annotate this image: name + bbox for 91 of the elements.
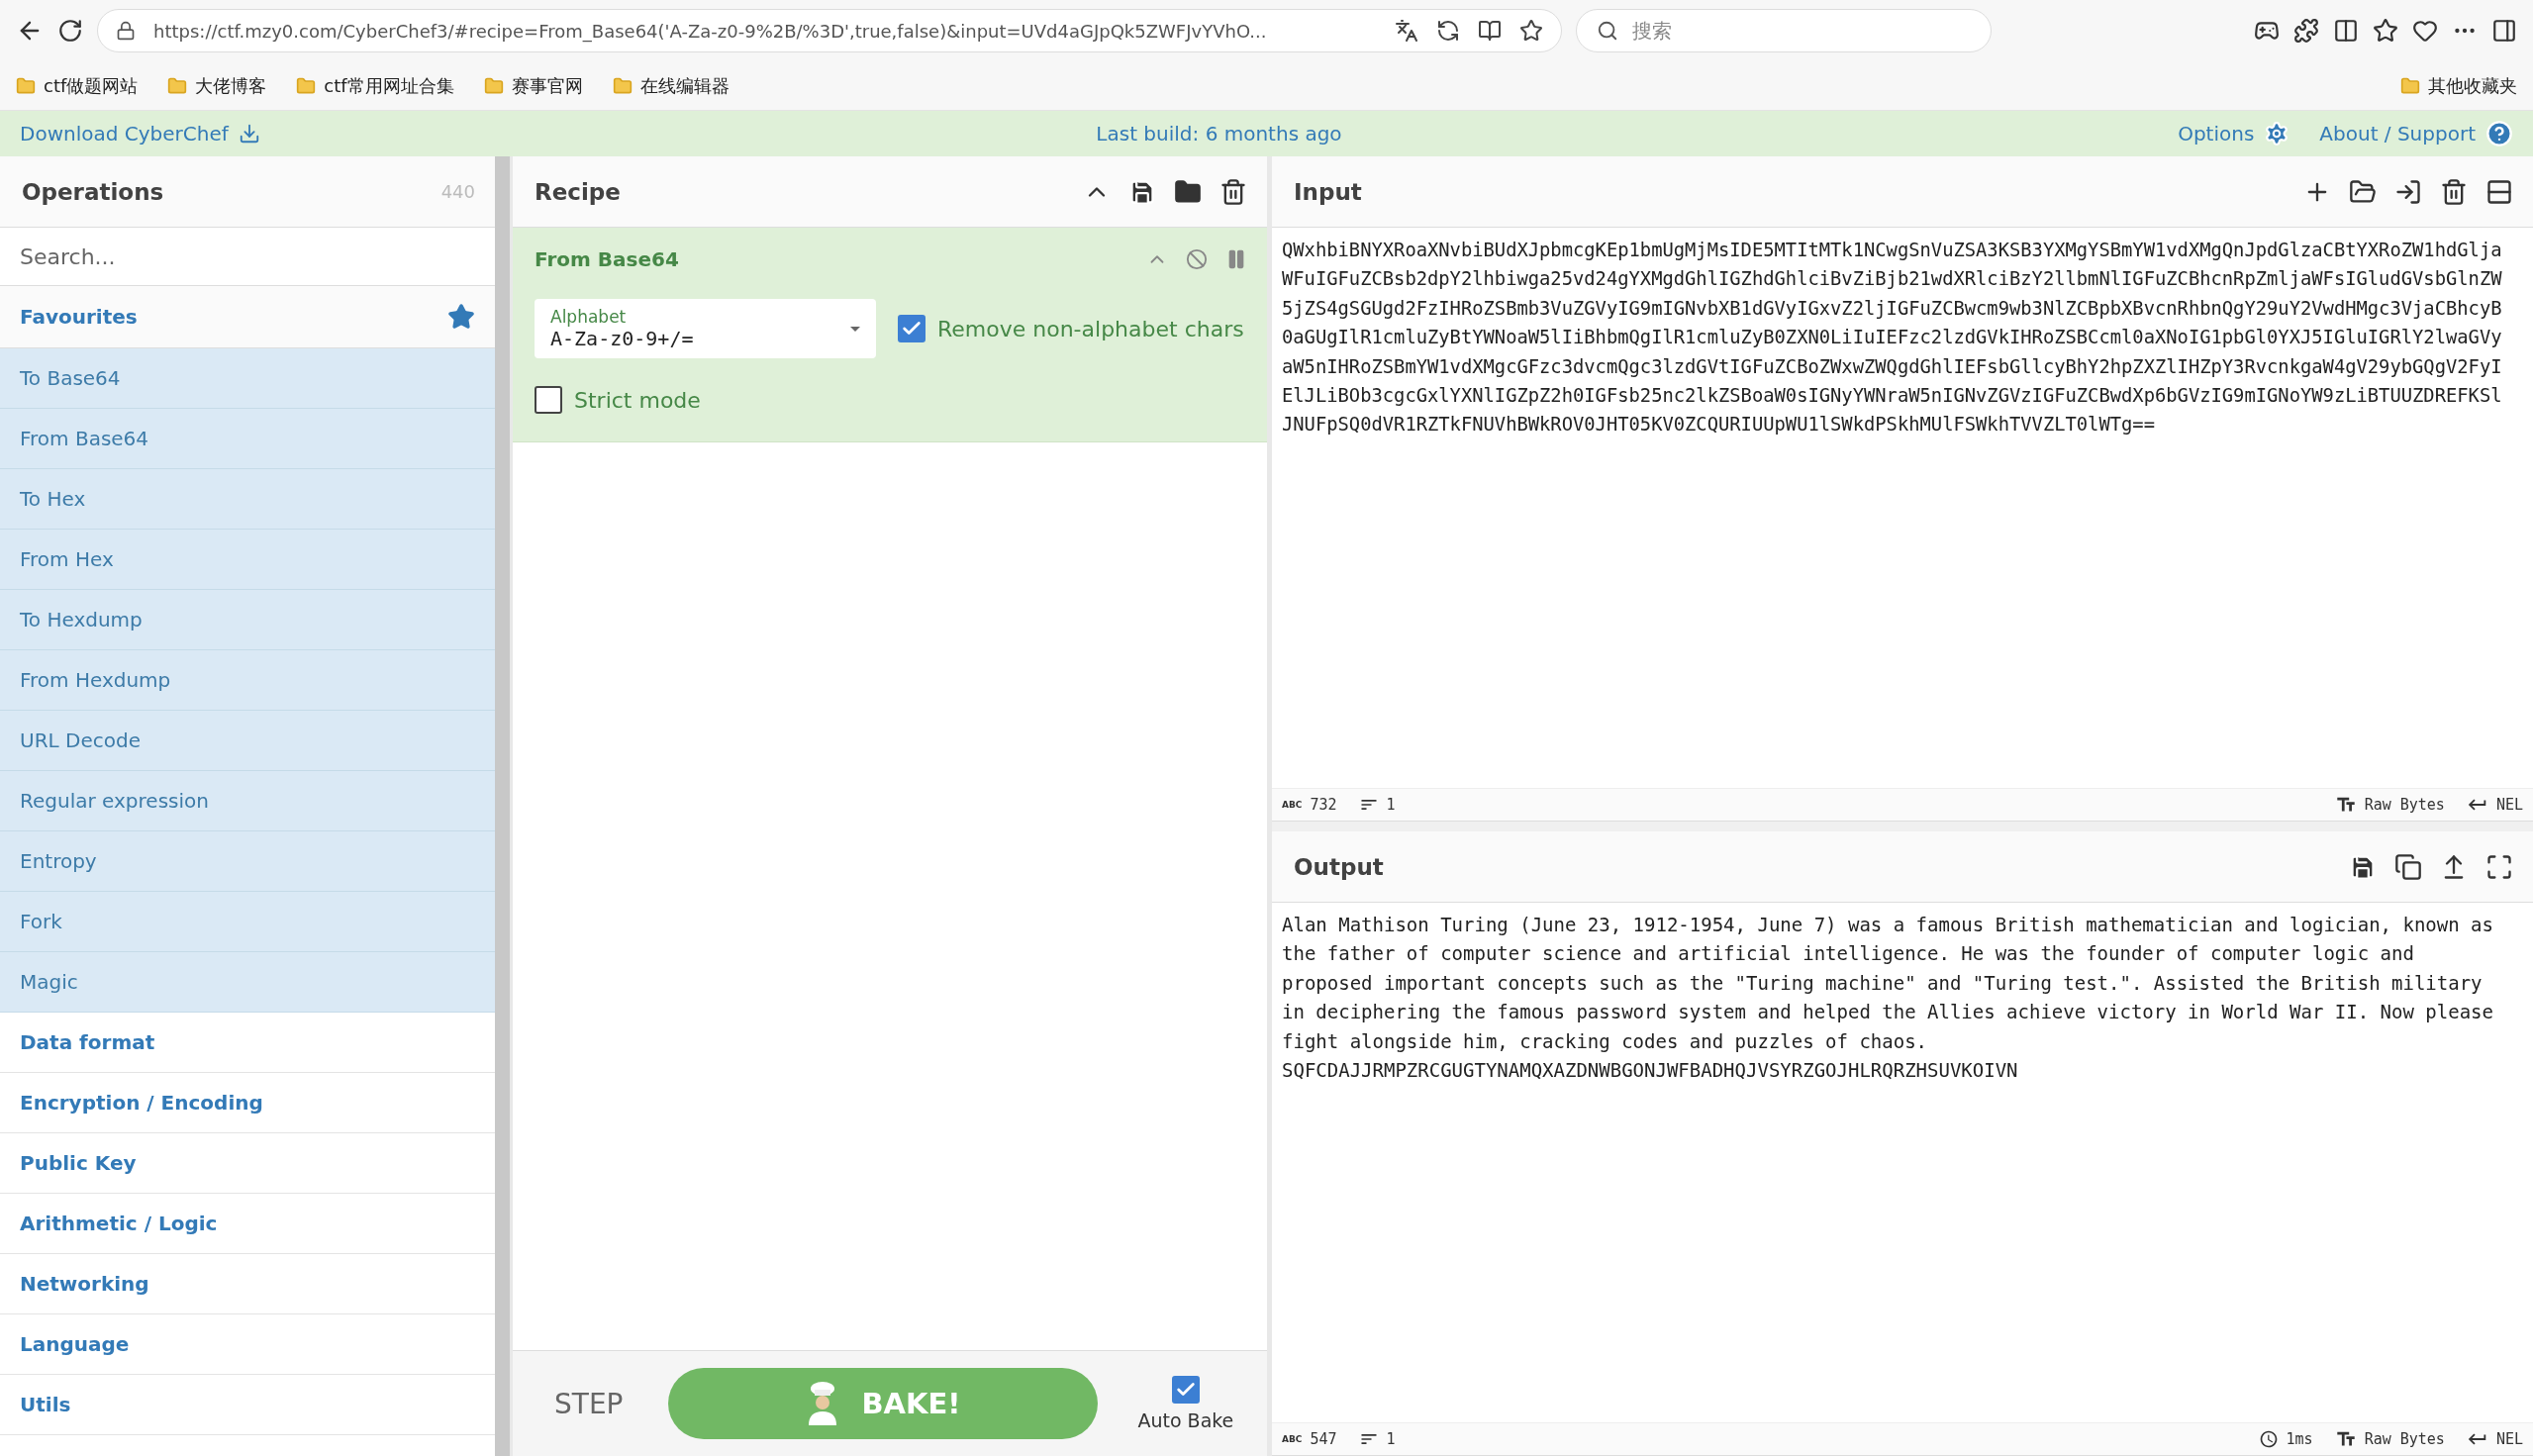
split-screen-icon[interactable] xyxy=(2333,18,2359,44)
checkbox-label: Strict mode xyxy=(574,387,701,413)
operation-item[interactable]: Regular expression xyxy=(0,771,495,831)
bookmark[interactable]: ctf常用网址合集 xyxy=(324,73,454,98)
bookmark[interactable]: 其他收藏夹 xyxy=(2428,73,2517,98)
folder-icon xyxy=(296,75,317,96)
category-item[interactable]: Data format xyxy=(0,1013,495,1073)
line-count: 1 xyxy=(1386,1430,1396,1448)
folder-icon[interactable] xyxy=(1174,177,1202,206)
folder-icon xyxy=(2400,75,2420,96)
bookmark[interactable]: ctf做题网站 xyxy=(44,73,139,98)
checkbox[interactable] xyxy=(898,315,926,342)
folder-icon xyxy=(167,75,188,96)
operation-item[interactable]: Magic xyxy=(0,952,495,1013)
options-link[interactable]: Options xyxy=(2178,122,2255,146)
operation-item[interactable]: URL Decode xyxy=(0,711,495,771)
folder-icon xyxy=(16,75,36,96)
download-icon[interactable] xyxy=(238,123,260,145)
fullscreen-icon[interactable] xyxy=(2485,852,2513,881)
reload-icon[interactable] xyxy=(57,18,83,44)
bookmark[interactable]: 赛事官网 xyxy=(511,73,583,98)
input-text-area[interactable]: QWxhbiBNYXRoaXNvbiBUdXJpbmcgKEp1bmUgMjMsIDE5MTItMTk1NCwgSnVuZSA3KSB3YXMgYSBmYW1vdXMgQnJpdGlzaCBtYXRoZW1hdGlja WFuIGFuZCBsb2dpY2lhbiwga25vd24gYXMgdGhlIGZhdGhlciBvZiBjb21wdXRlciBzY2llbmNlIGFuZCBhcnRpZmljaWFsIGludGVsbGlnZW 5jZS4gSGUgd2FzIHRoZSBmb3VuZGVyIG9mIGNvbXB1dGVyIGxvZ2ljIGFuZCBwcm9wb3NlZCBpbXBvcnRhbnQgY29uY2VwdHMgc3VjaCBhcyB 0aGUgIlR1cmluZyBtYWNoaW5lIiBhbmQgIlR1cmluZyB0ZXN0LiIuIEFzc2lzdGVkIHRoZSBCcml0aXNoIG1pbGl0YXJ5IGluIGRlY2lwaGVy aW5nIHRoZSBmYW1vdXMgcGFzc3dvcmQgc3lzdGVtIGFuZCBoZWxwZWQgdGhlIEFsbGllcyBhY2hpZXZlIHZpY3RvcnkgaW4gV29ybGQgV2FyI ElJLiBOb3cgcGxlYXNlIGZpZ2h0IGFsb25nc2lkZSBoaW0sIGNyYWNraW5nIGNvZGVzIGFuZCBwdXp6bGVzIG9mIGNoYW9zLiBTUUZDREFKSl JNUFpSQ0dVR1RZTkFNUVhBWkROV0JHT05KV0ZCQURIUUpWU1lSWkdPSkhMUlFSWkhTVVZLT0lWTg== xyxy=(1272,228,2533,788)
download-link[interactable]: Download CyberChef xyxy=(20,122,229,146)
eol-selector[interactable]: NEL xyxy=(2495,796,2523,814)
copy-icon[interactable] xyxy=(2394,852,2422,881)
sidebar-icon[interactable] xyxy=(2491,18,2517,44)
category-item[interactable]: Language xyxy=(0,1314,495,1375)
trash-icon[interactable] xyxy=(2440,177,2468,206)
operation-item[interactable]: Fork xyxy=(0,892,495,952)
checkbox-label: Remove non-alphabet chars xyxy=(937,316,1244,341)
category-item[interactable]: Public Key xyxy=(0,1133,495,1194)
bookmark[interactable]: 在线编辑器 xyxy=(639,73,730,98)
trash-icon[interactable] xyxy=(1219,177,1247,206)
category-item[interactable]: Networking xyxy=(0,1254,495,1314)
output-text-area: Alan Mathison Turing (June 23, 1912-1954, June 7) was a famous British mathematician and logician, known as the father of computer science and artificial intelligence. He was the founder of computer logic and proposed important concepts such as the "Turing machine" and "Turing test.". Assisted the British military in deciphering the famous password system and helped the Allies achieve victory in World War II. Now please fight alongside him, cracking codes and puzzles of chaos. SQFCDAJJRMPZRCGUGTYNAMQXAZDNWBGONJWFBADHQJVSYRZGOJHLRQRZHSUVKOIVN xyxy=(1272,903,2533,1422)
refresh-icon[interactable] xyxy=(1436,19,1460,43)
panel-title: Operations xyxy=(22,178,164,205)
length-indicator: 732 xyxy=(1310,796,1337,814)
encoding-selector[interactable]: Raw Bytes xyxy=(2364,1430,2445,1448)
bake-time: 1ms xyxy=(2286,1430,2313,1448)
operation-count: 440 xyxy=(440,181,475,202)
about-link[interactable]: About / Support xyxy=(2319,122,2476,146)
web-search-field[interactable]: 搜索 xyxy=(1576,9,1992,52)
operation-item[interactable]: From Hexdump xyxy=(0,650,495,711)
operation-item[interactable]: To Base64 xyxy=(0,348,495,409)
operation-item[interactable]: To Hex xyxy=(0,469,495,530)
category-item[interactable]: Utils xyxy=(0,1375,495,1435)
checkbox-label: Auto Bake xyxy=(1137,1409,1234,1431)
length-indicator: 547 xyxy=(1310,1430,1337,1448)
encoding-selector[interactable]: Raw Bytes xyxy=(2364,796,2445,814)
length-label: ABC xyxy=(1282,800,1303,810)
bookmark[interactable]: 大佬博客 xyxy=(195,73,267,98)
address-bar[interactable]: https://ctf.mzy0.com/CyberChef3/#recipe=From_Base64('A-Za-z0-9%2B/%3D',true,false)&input=UVd4aGJpQk5ZWFJvYVhO... xyxy=(97,9,1562,52)
help-icon[interactable] xyxy=(2485,120,2513,147)
clock-icon xyxy=(2258,1429,2279,1449)
folder-icon xyxy=(612,75,633,96)
category-item[interactable]: Encryption / Encoding xyxy=(0,1073,495,1133)
settings-icon[interactable] xyxy=(2264,121,2290,146)
puzzle-icon[interactable] xyxy=(2293,18,2319,44)
operation-item[interactable]: To Hexdump xyxy=(0,590,495,650)
operation-item[interactable]: From Hex xyxy=(0,530,495,590)
heart-icon[interactable] xyxy=(2412,18,2438,44)
panel-title: Output xyxy=(1294,853,1384,880)
panel-title: Input xyxy=(1294,178,1362,205)
operation-name: From Base64 xyxy=(535,247,679,271)
layout-icon[interactable] xyxy=(2485,177,2513,206)
bake-button[interactable]: BAKE! xyxy=(668,1368,1099,1439)
eol-selector[interactable]: NEL xyxy=(2495,1430,2523,1448)
favorites-icon[interactable] xyxy=(2373,18,2398,44)
search-icon xyxy=(1597,20,1618,42)
lock-icon[interactable] xyxy=(116,21,136,41)
translate-icon[interactable] xyxy=(1395,19,1418,43)
checkbox[interactable] xyxy=(1171,1376,1200,1404)
book-icon[interactable] xyxy=(1478,19,1502,43)
category-item[interactable]: Arithmetic / Logic xyxy=(0,1194,495,1254)
caret-icon xyxy=(850,326,860,332)
folder-icon xyxy=(483,75,504,96)
last-build-text: Last build: 6 months ago xyxy=(1096,122,1342,146)
length-label: ABC xyxy=(1282,1434,1303,1444)
import-icon[interactable] xyxy=(2394,177,2422,206)
panel-title: Recipe xyxy=(535,178,621,205)
checkbox[interactable] xyxy=(535,386,562,414)
disable-icon[interactable] xyxy=(1186,248,1208,270)
line-count: 1 xyxy=(1386,796,1396,814)
category-item[interactable]: Favourites xyxy=(0,286,495,348)
star-icon[interactable] xyxy=(1519,19,1543,43)
step-button[interactable]: STEP xyxy=(548,1386,630,1421)
alphabet-dropdown[interactable]: Alphabet A-Za-z0-9+/= xyxy=(535,299,876,358)
operation-item[interactable]: From Base64 xyxy=(0,409,495,469)
operation-item[interactable]: Entropy xyxy=(0,831,495,892)
star-icon xyxy=(447,303,475,331)
